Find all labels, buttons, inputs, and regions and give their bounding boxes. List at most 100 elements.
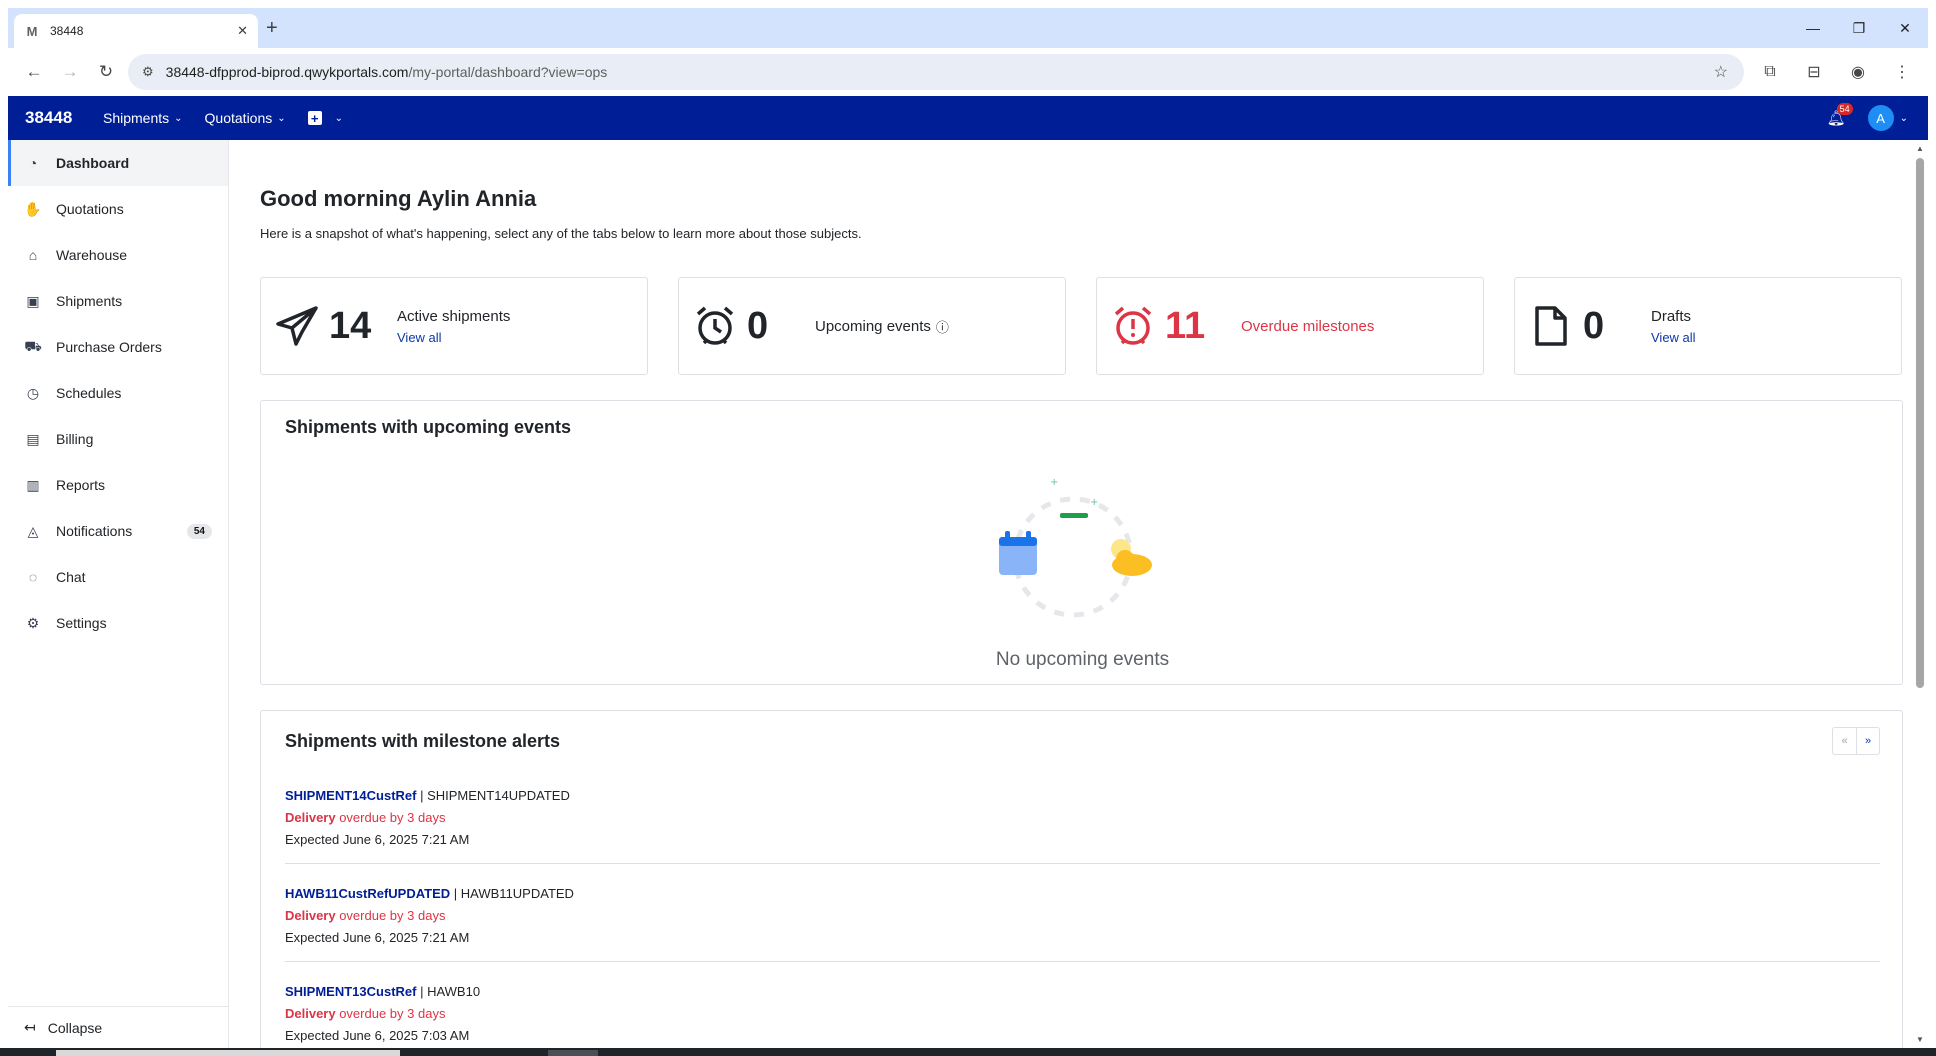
svg-text:+: + (1050, 477, 1058, 488)
sidebar-item-shipments[interactable]: ▣ Shipments (8, 278, 228, 324)
restore-icon[interactable]: ❐ (1836, 8, 1882, 48)
gauge-icon: ◔ (28, 155, 38, 171)
collapse-arrow-icon: ↤ (24, 1019, 36, 1035)
stat-label: Active shipments (397, 307, 511, 325)
forward-arrow-icon[interactable]: → (52, 54, 88, 90)
alert-row: SHIPMENT14CustRef | SHIPMENT14UPDATED De… (285, 785, 1880, 864)
chevron-down-icon: ⌄ (334, 112, 344, 124)
sidebar-item-notifications[interactable]: ◬ Notifications 54 (8, 508, 228, 554)
extensions-icon[interactable]: ⧉ (1752, 54, 1788, 90)
sidebar-item-billing[interactable]: ▤ Billing (8, 416, 228, 462)
chevron-down-icon: ⌄ (174, 112, 183, 124)
view-all-link[interactable]: View all (1651, 330, 1696, 345)
scroll-up-icon[interactable]: ▲ (1916, 144, 1924, 153)
reload-icon[interactable]: ↻ (88, 54, 124, 90)
pager-next-button[interactable]: » (1856, 727, 1880, 755)
shipment-ref-link[interactable]: SHIPMENT13CustRef (285, 984, 416, 999)
bookmark-star-icon[interactable]: ☆ (1714, 62, 1728, 82)
ref-separator: | (416, 788, 428, 803)
url-path: /my-portal/dashboard?view=ops (408, 64, 608, 80)
sidebar-item-label: Notifications (56, 523, 133, 539)
package-icon: ▣ (26, 292, 40, 309)
sidebar-item-schedules[interactable]: ◷ Schedules (8, 370, 228, 416)
chevron-down-icon[interactable]: ⌄ (1900, 113, 1908, 124)
notifications-bell[interactable]: 🔔︎ 54 (1827, 103, 1853, 127)
sidebar-item-label: Purchase Orders (56, 339, 162, 355)
sidebar-item-dashboard[interactable]: ◔ Dashboard (8, 140, 228, 186)
milestone-name: Delivery (285, 1006, 336, 1021)
sidebar-item-quotations[interactable]: ✋ Quotations (8, 186, 228, 232)
ref-separator: | (450, 886, 461, 901)
main-scrollbar[interactable]: ▲ ▼ (1912, 140, 1928, 1048)
view-all-link[interactable]: View all (397, 330, 510, 345)
new-tab-icon[interactable]: + (266, 18, 278, 38)
close-icon[interactable]: ✕ (237, 23, 248, 39)
chevron-down-icon: ⌄ (277, 112, 286, 124)
sidebar: ◔ Dashboard ✋ Quotations ⌂ Warehouse ▣ S… (8, 140, 229, 1048)
window-close-icon[interactable]: ✕ (1882, 8, 1928, 48)
stat-value: 0 (1583, 304, 1605, 347)
nav-quotations-dropdown[interactable]: Quotations ⌄ (205, 110, 286, 126)
milestone-alerts-panel: Shipments with milestone alerts « » SHIP… (260, 710, 1903, 1048)
app-header: 38448 Shipments ⌄ Quotations ⌄ + ⌄ 🔔︎ 54… (8, 96, 1928, 140)
alarm-alert-icon (1111, 305, 1155, 347)
sidebar-item-label: Dashboard (56, 155, 130, 171)
tab-search-icon[interactable]: ⊟ (1796, 54, 1832, 90)
stat-card-drafts[interactable]: 0 Drafts View all (1514, 277, 1902, 375)
shipment-ref-link[interactable]: HAWB11CustRefUPDATED (285, 886, 450, 901)
menu-kebab-icon[interactable]: ⋮ (1884, 54, 1920, 90)
scroll-down-icon[interactable]: ▼ (1916, 1035, 1924, 1044)
main-content: Good morning Aylin Annia Here is a snaps… (229, 140, 1912, 1048)
sidebar-item-purchase-orders[interactable]: ⛟ Purchase Orders (8, 324, 228, 370)
pager-prev-button[interactable]: « (1832, 727, 1856, 755)
taskbar-item[interactable] (548, 1050, 598, 1056)
svg-text:+: + (1090, 497, 1098, 508)
overdue-text: overdue by 3 days (335, 1006, 446, 1021)
stat-label: Drafts (1651, 307, 1692, 325)
browser-toolbar: ← → ↻ ⚙ 38448-dfpprod-biprod.qwykportals… (8, 48, 1928, 96)
scrollbar-thumb[interactable] (1916, 158, 1924, 688)
sidebar-item-label: Chat (56, 569, 86, 585)
milestone-name: Delivery (285, 810, 336, 825)
back-arrow-icon[interactable]: ← (16, 54, 52, 90)
minimize-icon[interactable]: — (1790, 8, 1836, 48)
notification-count-badge: 54 (186, 523, 212, 539)
chat-icon: ◌ (28, 569, 38, 585)
stat-label: Overdue milestones (1241, 317, 1375, 335)
clock-icon: ◷ (26, 384, 40, 401)
browser-window: M 38448 ✕ + — ❐ ✕ ← → ↻ ⚙ 38448-dfpprod-… (8, 8, 1928, 1048)
bar-chart-icon: ▥ (26, 476, 40, 493)
brand-logo[interactable]: 38448 (25, 108, 87, 128)
sidebar-item-settings[interactable]: ⚙ Settings (8, 600, 228, 646)
stat-card-overdue-milestones[interactable]: 11 Overdue milestones (1096, 277, 1484, 375)
taskbar-item[interactable] (56, 1050, 400, 1056)
create-new-dropdown[interactable]: + ⌄ (307, 111, 344, 126)
pager: « » (1832, 727, 1880, 755)
overdue-text: overdue by 3 days (335, 810, 446, 825)
avatar[interactable]: A (1867, 105, 1894, 131)
profile-icon[interactable]: ◉ (1840, 54, 1876, 90)
shipment-secondary-ref: HAWB10 (427, 984, 481, 999)
sidebar-item-reports[interactable]: ▥ Reports (8, 462, 228, 508)
sidebar-item-chat[interactable]: ◌ Chat (8, 554, 228, 600)
bell-icon: ◬ (27, 522, 39, 539)
sidebar-item-label: Quotations (56, 201, 124, 217)
stat-card-active-shipments[interactable]: 14 Active shipments View all (260, 277, 648, 375)
site-settings-icon[interactable]: ⚙ (142, 64, 154, 80)
stat-value: 11 (1165, 304, 1206, 347)
ref-separator: | (416, 984, 428, 999)
sidebar-item-warehouse[interactable]: ⌂ Warehouse (8, 232, 228, 278)
stat-card-upcoming-events[interactable]: 0 Upcoming events ⓘ (678, 277, 1066, 375)
info-icon[interactable]: ⓘ (936, 317, 949, 336)
upcoming-events-panel: Shipments with upcoming events + + No up… (260, 400, 1903, 685)
nav-shipments-dropdown[interactable]: Shipments ⌄ (103, 110, 183, 126)
sidebar-item-label: Warehouse (56, 247, 128, 263)
empty-state-text: No upcoming events (995, 649, 1170, 670)
hand-coins-icon: ✋ (24, 200, 42, 217)
browser-tab[interactable]: M 38448 ✕ (14, 14, 258, 48)
collapse-sidebar-button[interactable]: ↤ Collapse (8, 1006, 229, 1048)
shipment-ref-link[interactable]: SHIPMENT14CustRef (285, 788, 416, 803)
desktop-background (0, 0, 1936, 8)
header-nav: Shipments ⌄ Quotations ⌄ + ⌄ (103, 110, 365, 126)
address-bar[interactable]: ⚙ 38448-dfpprod-biprod.qwykportals.com/m… (128, 54, 1744, 90)
